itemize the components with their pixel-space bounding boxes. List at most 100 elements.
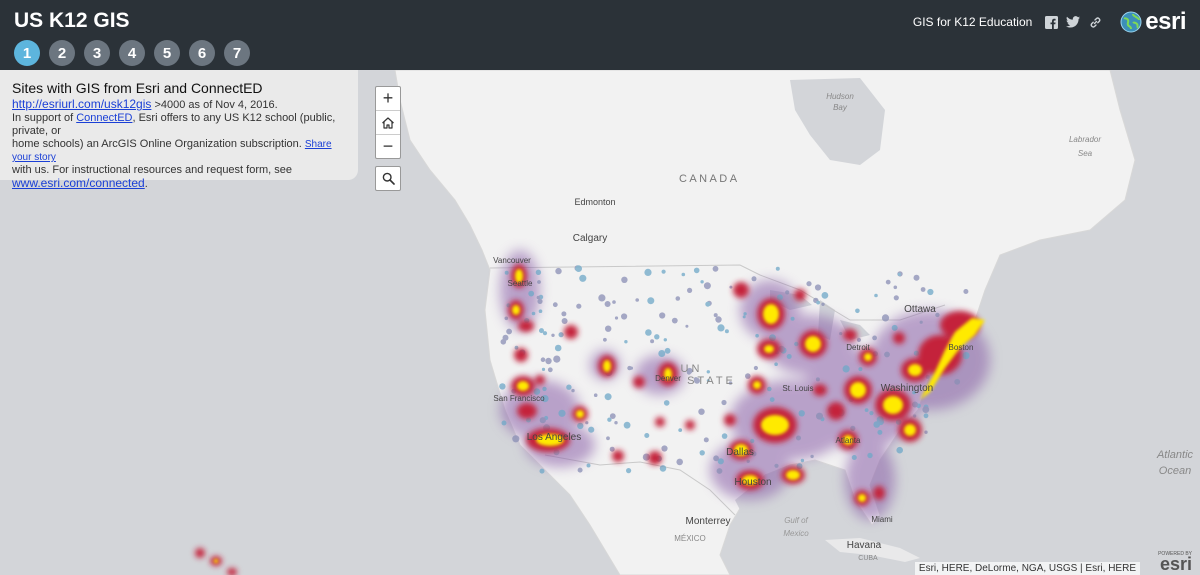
site-point: [896, 446, 903, 454]
site-point: [586, 463, 591, 468]
site-point: [713, 455, 719, 462]
site-point: [693, 267, 700, 274]
link-icon[interactable]: [1088, 15, 1102, 29]
site-point: [729, 285, 733, 289]
step-7-button[interactable]: 7: [224, 40, 250, 66]
header-right: GIS for K12 Education esri: [913, 8, 1187, 36]
app-title: US K12 GIS: [14, 9, 130, 32]
site-point: [537, 280, 541, 284]
zoom-in-button[interactable]: +: [376, 87, 400, 111]
site-point: [553, 355, 561, 363]
site-point: [621, 313, 628, 320]
label-gulf-1: Gulf of: [784, 516, 808, 525]
site-point: [885, 279, 891, 285]
search-icon: [382, 172, 395, 185]
site-point: [872, 335, 877, 341]
label-atlantic-2: Ocean: [1159, 465, 1191, 477]
site-point: [604, 301, 611, 307]
site-point: [531, 311, 536, 316]
site-point: [659, 465, 667, 472]
site-point: [698, 408, 705, 415]
info-line-5: www.esri.com/connected.: [12, 177, 346, 191]
site-point: [561, 311, 567, 317]
site-point: [851, 455, 857, 460]
info-line-3: home schools) an ArcGIS Online Organizat…: [12, 138, 346, 164]
site-point: [536, 295, 541, 300]
label-seattle: Seattle: [508, 279, 533, 288]
label-cuba: CUBA: [858, 555, 878, 562]
site-point: [743, 312, 747, 316]
zoom-out-button[interactable]: −: [376, 135, 400, 158]
site-point: [816, 412, 823, 420]
step-2-button[interactable]: 2: [49, 40, 75, 66]
site-point: [539, 468, 545, 474]
label-los-angeles: Los Angeles: [527, 432, 582, 443]
site-point: [774, 362, 778, 367]
site-point: [717, 324, 725, 332]
esri-connected-link[interactable]: www.esri.com/connected: [12, 176, 145, 190]
site-point: [512, 435, 520, 443]
site-point: [685, 324, 689, 328]
powered-by-esri-logo[interactable]: POWERED BY esri: [1150, 551, 1194, 574]
search-button[interactable]: [375, 166, 401, 191]
step-4-button[interactable]: 4: [119, 40, 145, 66]
site-point: [935, 312, 940, 318]
site-point: [794, 341, 799, 347]
site-point: [796, 435, 801, 441]
site-point: [954, 378, 961, 385]
site-point: [598, 294, 606, 302]
home-button[interactable]: [376, 111, 400, 135]
map-attribution[interactable]: Esri, HERE, DeLorme, NGA, USGS | Esri, H…: [914, 562, 1140, 575]
site-point: [528, 290, 535, 297]
step-6-button[interactable]: 6: [189, 40, 215, 66]
site-point: [706, 370, 710, 374]
label-washington: Washington: [881, 383, 933, 394]
site-point: [893, 295, 899, 301]
label-houston: Houston: [734, 477, 771, 488]
step-1-button[interactable]: 1: [14, 40, 40, 66]
site-point: [913, 414, 917, 418]
label-denver: Denver: [655, 374, 681, 383]
site-point: [644, 433, 650, 438]
site-point: [577, 467, 583, 473]
info-line-2: In support of ConnectED, Esri offers to …: [12, 112, 346, 138]
site-point: [924, 430, 928, 434]
site-point: [664, 347, 671, 354]
site-point: [575, 265, 582, 272]
site-point: [604, 393, 612, 401]
site-point: [645, 329, 652, 336]
esriurl-link[interactable]: http://esriurl.com/usk12gis: [12, 97, 151, 111]
site-point: [962, 352, 970, 360]
label-dallas: Dallas: [726, 447, 754, 458]
label-atlantic-1: Atlantic: [1156, 449, 1194, 461]
step-3-button[interactable]: 3: [84, 40, 110, 66]
site-point: [877, 429, 883, 435]
site-point: [650, 339, 655, 344]
site-point: [912, 401, 918, 408]
label-ottawa: Ottawa: [904, 304, 936, 315]
label-havana: Havana: [847, 540, 882, 551]
site-point: [576, 303, 582, 309]
site-point: [814, 284, 822, 291]
step-5-button[interactable]: 5: [154, 40, 180, 66]
twitter-icon[interactable]: [1066, 15, 1081, 29]
site-point: [767, 386, 772, 392]
site-point: [647, 297, 655, 305]
site-point: [538, 309, 543, 314]
globe-icon: [1120, 11, 1142, 33]
facebook-icon[interactable]: [1044, 15, 1058, 29]
site-point: [571, 388, 575, 393]
label-canada: C A N A D A: [679, 173, 738, 185]
site-point: [751, 276, 757, 282]
label-miami: Miami: [871, 515, 893, 524]
site-point: [535, 269, 542, 275]
connected-link[interactable]: ConnectED: [76, 112, 132, 124]
site-point: [891, 324, 898, 331]
site-point: [644, 268, 652, 276]
esri-logo[interactable]: esri: [1120, 8, 1186, 36]
step-nav: 1 2 3 4 5 6 7: [14, 40, 250, 66]
site-point: [623, 421, 631, 429]
site-point: [721, 433, 728, 439]
site-point: [593, 393, 598, 398]
site-point: [800, 458, 805, 463]
